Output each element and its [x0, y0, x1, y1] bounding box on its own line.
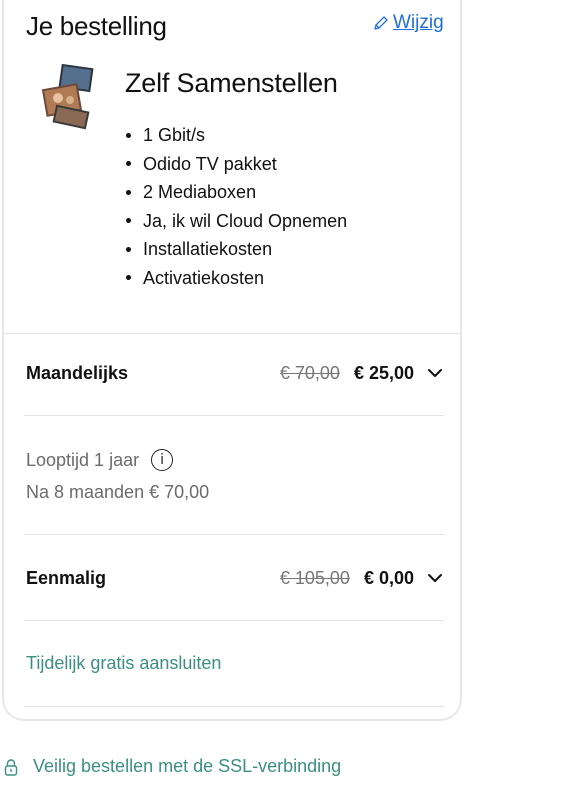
- bullet: [126, 246, 131, 252]
- pencil-icon: [374, 16, 388, 30]
- list-item: Odido TV pakket: [125, 150, 347, 179]
- list-item: 2 Mediaboxen: [125, 178, 347, 207]
- product-thumbnail: [41, 64, 94, 130]
- feature-text: Odido TV pakket: [143, 153, 277, 174]
- once-label: Eenmalig: [26, 567, 107, 588]
- monthly-row[interactable]: Maandelijks € 70,00 € 25,00: [26, 362, 446, 384]
- bullet: [126, 218, 131, 224]
- list-item: Installatiekosten: [125, 235, 347, 264]
- once-new-price: € 0,00: [363, 567, 414, 588]
- monthly-label: Maandelijks: [26, 362, 129, 383]
- feature-text: Installatiekosten: [143, 239, 273, 259]
- bullet: [126, 132, 131, 138]
- monthly-old-price: € 70,00: [279, 362, 340, 383]
- feature-list: 1 Gbit/s Odido TV pakket 2 Mediaboxen Ja…: [125, 121, 347, 292]
- term-text: Looptijd 1 jaar i: [26, 449, 174, 471]
- once-row[interactable]: Eenmalig € 105,00 € 0,00: [26, 567, 446, 589]
- ssl-notice: Veilig bestellen met de SSL-verbinding: [4, 756, 341, 777]
- section-divider: [24, 706, 444, 707]
- section-divider: [24, 415, 444, 416]
- bullet: [126, 189, 131, 195]
- section-divider: [4, 333, 460, 334]
- promo-text: Tijdelijk gratis aansluiten: [26, 653, 222, 673]
- chevron-down-icon[interactable]: [424, 362, 446, 384]
- bullet: [126, 275, 131, 281]
- feature-text: 1 Gbit/s: [143, 125, 206, 145]
- bullet: [126, 161, 131, 167]
- lock-icon: [4, 758, 18, 776]
- monthly-new-price: € 25,00: [353, 362, 414, 383]
- list-item: Activatiekosten: [125, 264, 347, 293]
- section-divider: [24, 534, 444, 535]
- list-item: Ja, ik wil Cloud Opnemen: [125, 207, 347, 236]
- feature-text: Ja, ik wil Cloud Opnemen: [143, 210, 348, 231]
- edit-order-link[interactable]: Wijzig: [373, 12, 444, 34]
- section-divider: [24, 620, 444, 621]
- order-title: Je bestelling: [26, 11, 167, 41]
- product-name: Zelf Samenstellen: [125, 68, 338, 98]
- term-label: Looptijd 1 jaar: [26, 449, 140, 470]
- feature-text: 2 Mediaboxen: [143, 182, 257, 202]
- order-summary-card: Je bestelling Wijzig Zelf Samenstellen 1…: [2, 0, 462, 721]
- list-item: 1 Gbit/s: [125, 121, 347, 150]
- once-old-price: € 105,00: [279, 567, 350, 588]
- ssl-text: Veilig bestellen met de SSL-verbinding: [33, 756, 342, 776]
- feature-text: Activatiekosten: [143, 267, 265, 288]
- chevron-down-icon[interactable]: [424, 567, 446, 589]
- edit-label: Wijzig: [393, 12, 444, 33]
- after-term-price: Na 8 maanden € 70,00: [26, 482, 210, 502]
- info-icon[interactable]: i: [151, 449, 174, 471]
